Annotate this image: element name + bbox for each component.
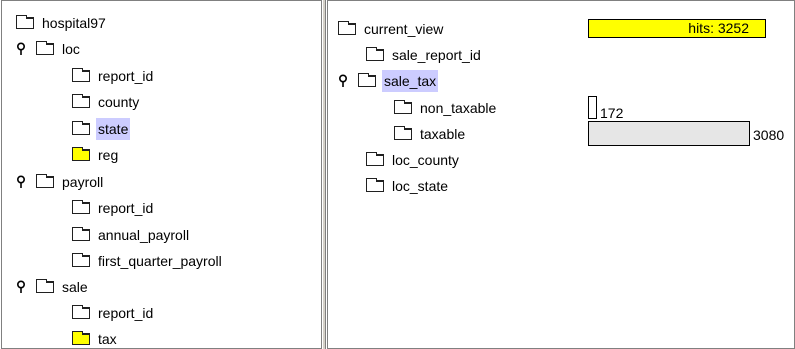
- tree-node-label: taxable: [420, 126, 466, 142]
- folder-icon: [366, 178, 384, 192]
- tree-node-label: loc: [62, 41, 80, 57]
- folder-icon: [72, 68, 90, 82]
- folder-icon: [72, 200, 90, 214]
- non-taxable-count-label: 172: [600, 105, 624, 121]
- schema-tree-pane: hospital97 loc report_id county state re…: [1, 0, 322, 349]
- folder-icon: [36, 41, 54, 55]
- tree-node-label: reg: [98, 147, 119, 163]
- folder-icon: [72, 94, 90, 108]
- tree-node-label: report_id: [98, 200, 154, 216]
- folder-icon: [358, 73, 376, 87]
- folder-icon: [72, 121, 90, 135]
- folder-icon: [72, 305, 90, 319]
- tree-node-label: county: [98, 94, 140, 110]
- tree-node-label: sale_report_id: [392, 47, 481, 63]
- folder-icon: [72, 331, 90, 345]
- folder-icon: [338, 21, 356, 35]
- expand-key-icon[interactable]: [15, 175, 27, 189]
- folder-icon: [394, 100, 412, 114]
- tree-node-label: loc_state: [392, 178, 449, 194]
- folder-icon: [72, 147, 90, 161]
- tree-node-label: loc_county: [392, 152, 459, 168]
- tree-node-label: sale_tax: [382, 70, 439, 92]
- tree-node-label: first_quarter_payroll: [98, 253, 222, 269]
- tree-node-label: report_id: [98, 305, 154, 321]
- non-taxable-count-bar: [588, 96, 597, 119]
- taxable-count-label: 3080: [753, 127, 785, 143]
- hits-badge: hits: 3252: [588, 19, 766, 38]
- pane-splitter[interactable]: [322, 0, 326, 349]
- tree-node-label: annual_payroll: [98, 227, 190, 243]
- tree-node-label: report_id: [98, 68, 154, 84]
- folder-icon: [36, 174, 54, 188]
- folder-icon: [72, 253, 90, 267]
- folder-icon: [394, 126, 412, 140]
- tree-node-label: non_taxable: [420, 100, 497, 116]
- folder-icon: [366, 47, 384, 61]
- tree-node-label: payroll: [62, 174, 104, 190]
- folder-icon: [16, 15, 34, 29]
- expand-key-icon[interactable]: [15, 280, 27, 294]
- folder-icon: [366, 152, 384, 166]
- current-view-pane: current_view hits: 3252 sale_report_id s…: [327, 0, 795, 349]
- expand-key-icon[interactable]: [15, 42, 27, 56]
- tree-node-label: state: [96, 118, 131, 140]
- expand-key-icon[interactable]: [337, 74, 349, 88]
- tree-node-label: sale: [62, 279, 88, 295]
- taxable-count-bar: [588, 121, 750, 146]
- folder-icon: [36, 279, 54, 293]
- tree-node-label: current_view: [364, 21, 444, 37]
- tree-node-label: hospital97: [42, 15, 106, 31]
- folder-icon: [72, 227, 90, 241]
- tree-node-label: tax: [98, 331, 117, 347]
